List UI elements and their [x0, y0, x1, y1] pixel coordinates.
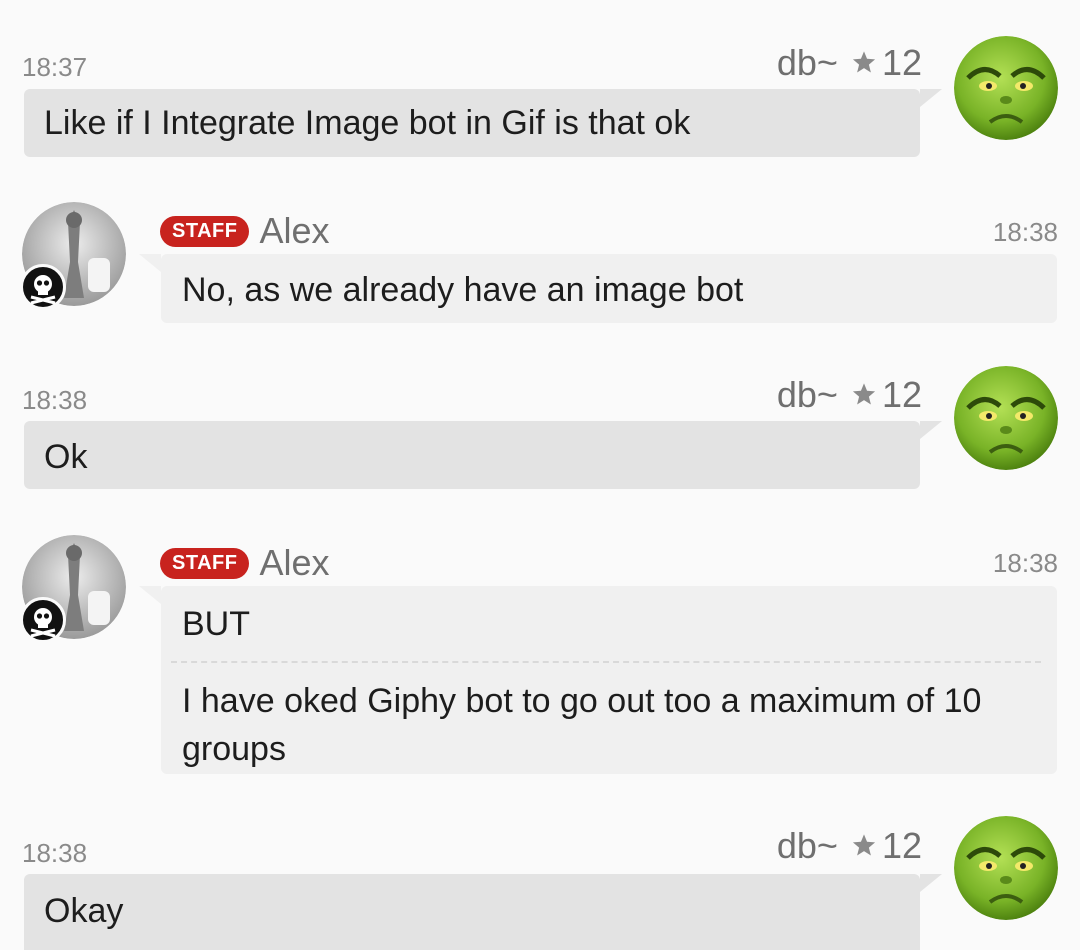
reputation: 12	[838, 374, 922, 416]
message-time: 18:38	[992, 548, 1058, 578]
message-bubble[interactable]: Like if I Integrate Image bot in Gif is …	[24, 89, 920, 157]
sender-name[interactable]: db~	[777, 42, 838, 84]
message-text: Ok	[44, 438, 88, 476]
message-bubble[interactable]: Okay	[24, 874, 920, 950]
skull-badge-icon	[20, 264, 66, 310]
avatar-grinch[interactable]	[954, 816, 1058, 920]
bubble-tail	[920, 421, 942, 439]
message-time: 18:38	[22, 838, 88, 868]
message-time: 18:38	[22, 385, 88, 415]
reputation-count: 12	[881, 825, 922, 866]
message-text: No, as we already have an image bot	[182, 271, 744, 309]
message-bubble[interactable]: Ok	[24, 421, 920, 489]
reputation: 12	[838, 42, 922, 84]
sender-name[interactable]: Alex	[259, 210, 329, 252]
bubble-tail	[920, 874, 942, 892]
staff-badge: STAFF	[160, 215, 250, 247]
message-text: Okay	[44, 892, 124, 930]
reputation-count: 12	[881, 374, 922, 415]
avatar-grinch[interactable]	[954, 36, 1058, 140]
sender-info: STAFF Alex	[160, 210, 329, 252]
message-text: Like if I Integrate Image bot in Gif is …	[44, 104, 691, 142]
message-part-text: I have oked Giphy bot to go out too a ma…	[182, 682, 982, 768]
bubble-tail	[139, 254, 161, 272]
star-icon	[852, 834, 876, 856]
sender-name[interactable]: Alex	[259, 542, 329, 584]
bubble-tail	[920, 89, 942, 107]
message-time: 18:38	[992, 217, 1058, 247]
message-bubble[interactable]: BUT I have oked Giphy bot to go out too …	[161, 586, 1057, 774]
reputation: 12	[838, 825, 922, 867]
star-icon	[852, 51, 876, 73]
sender-name[interactable]: db~	[777, 825, 838, 867]
sender-info: db~ 12	[777, 374, 922, 416]
skull-badge-icon	[20, 597, 66, 643]
avatar-grinch[interactable]	[954, 366, 1058, 470]
reputation-count: 12	[881, 42, 922, 83]
sender-info: db~ 12	[777, 42, 922, 84]
bubble-tail	[139, 586, 161, 604]
message-part-text: BUT	[182, 605, 250, 643]
staff-badge: STAFF	[160, 547, 250, 579]
sender-name[interactable]: db~	[777, 374, 838, 416]
message-time: 18:37	[22, 52, 88, 82]
sender-info: STAFF Alex	[160, 542, 329, 584]
message-bubble[interactable]: No, as we already have an image bot	[161, 254, 1057, 323]
star-icon	[852, 383, 876, 405]
sender-info: db~ 12	[777, 825, 922, 867]
